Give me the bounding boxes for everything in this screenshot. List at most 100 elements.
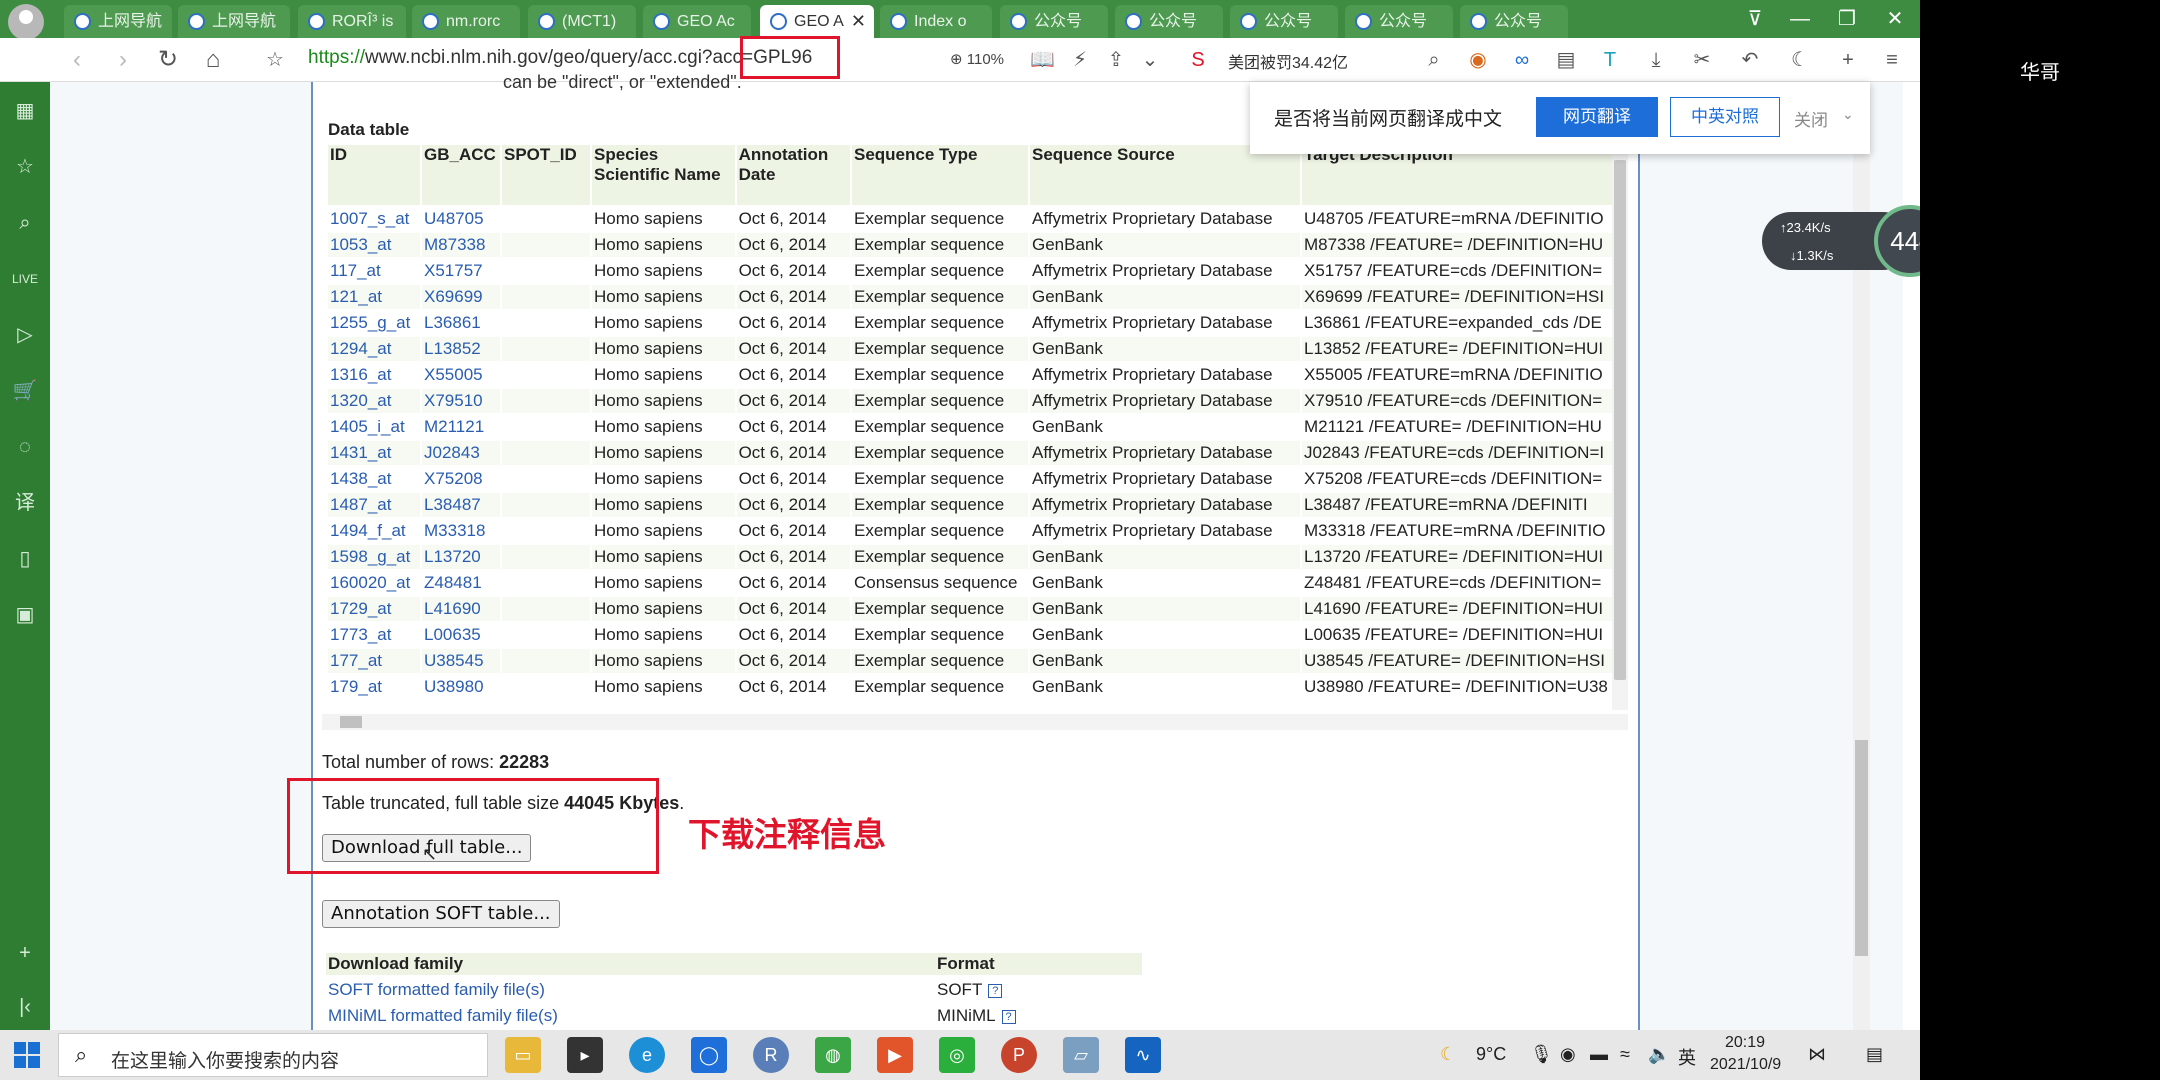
sidebar-search-icon[interactable]: ⌕ — [12, 210, 38, 236]
translate-page-button[interactable]: 网页翻译 — [1536, 97, 1658, 137]
genbank-link[interactable]: L13852 — [422, 337, 500, 361]
column-header[interactable]: Annotation Date — [736, 145, 850, 205]
help-icon[interactable]: ? — [988, 984, 1003, 998]
genbank-link[interactable]: L00635 — [422, 623, 500, 647]
soft-family-link[interactable]: SOFT formatted family file(s) — [328, 980, 545, 1000]
weather-icon[interactable]: ☾ — [1440, 1044, 1456, 1065]
reader-icon[interactable]: 📖 — [1030, 48, 1055, 72]
tab-9[interactable]: 公众号 — [1115, 5, 1223, 38]
table-vertical-scrollbar-thumb[interactable] — [1614, 160, 1626, 680]
tab-4[interactable]: (MCT1) — [528, 5, 636, 38]
probe-id-link[interactable]: 179_at — [328, 675, 420, 699]
bookmark-star-icon[interactable]: ☆ — [260, 45, 290, 75]
tab-list-icon[interactable]: ⊽ — [1740, 4, 1770, 34]
genbank-link[interactable]: J02843 — [422, 441, 500, 465]
close-tab-icon[interactable]: ✕ — [851, 5, 866, 38]
tab-7[interactable]: Index o — [880, 5, 992, 38]
table-horizontal-scrollbar-thumb[interactable] — [340, 716, 362, 728]
probe-id-link[interactable]: 1773_at — [328, 623, 420, 647]
ai-icon[interactable]: ⋈ — [1808, 1044, 1826, 1065]
live-icon[interactable]: LIVE — [12, 266, 38, 292]
chat-icon[interactable]: ◌ — [12, 434, 38, 460]
app-tablet-icon[interactable]: ▱ — [1063, 1037, 1099, 1073]
book-icon[interactable]: ▯ — [12, 546, 38, 572]
column-header[interactable]: SPOT_ID — [502, 145, 590, 205]
column-header[interactable]: Sequence Source — [1029, 145, 1300, 205]
close-window-icon[interactable]: ✕ — [1880, 4, 1910, 34]
windows-start-icon[interactable] — [14, 1042, 40, 1068]
video-icon[interactable]: ▷ — [12, 322, 38, 348]
new-tab-icon[interactable]: + — [1836, 48, 1860, 72]
genbank-link[interactable]: X75208 — [422, 467, 500, 491]
terminal-icon[interactable]: ▸ — [567, 1037, 603, 1073]
minimize-icon[interactable]: — — [1785, 4, 1815, 34]
probe-id-link[interactable]: 1405_i_at — [328, 415, 420, 439]
tray-app-icon[interactable]: ◉ — [1560, 1044, 1576, 1065]
probe-id-link[interactable]: 1598_g_at — [328, 545, 420, 569]
genbank-link[interactable]: L13720 — [422, 545, 500, 569]
battery-icon[interactable]: ▬ — [1590, 1044, 1608, 1065]
genbank-link[interactable]: L41690 — [422, 597, 500, 621]
probe-id-link[interactable]: 160020_at — [328, 571, 420, 595]
night-mode-icon[interactable]: ☾ — [1788, 48, 1812, 72]
taskbar-search-input[interactable]: ⌕ 在这里输入你要搜索的内容 — [58, 1033, 488, 1077]
clock-time[interactable]: 20:19 — [1725, 1034, 1765, 1052]
wechat-icon[interactable]: ◎ — [939, 1037, 975, 1073]
user-avatar[interactable] — [8, 4, 44, 40]
column-header[interactable]: ID — [328, 145, 420, 205]
genbank-link[interactable]: X79510 — [422, 389, 500, 413]
undo-icon[interactable]: ↶ — [1738, 48, 1762, 72]
column-header[interactable]: Target Description — [1301, 145, 1626, 205]
app-red-icon[interactable]: ▶ — [877, 1037, 913, 1073]
genbank-link[interactable]: Z48481 — [422, 571, 500, 595]
extension-icon[interactable]: ∞ — [1510, 48, 1534, 72]
clipboard-icon[interactable]: ▤ — [1554, 48, 1578, 72]
genbank-link[interactable]: L38487 — [422, 493, 500, 517]
probe-id-link[interactable]: 121_at — [328, 285, 420, 309]
probe-id-link[interactable]: 1294_at — [328, 337, 420, 361]
probe-id-link[interactable]: 1316_at — [328, 363, 420, 387]
close-translate-button[interactable]: 关闭 — [1794, 106, 1828, 131]
powerpoint-icon[interactable]: P — [1001, 1037, 1037, 1073]
r-icon[interactable]: R — [753, 1037, 789, 1073]
back-icon[interactable]: ‹ — [62, 45, 92, 75]
browser-taskbar-icon[interactable]: ◯ — [691, 1037, 727, 1073]
url-field[interactable]: https://www.ncbi.nlm.nih.gov/geo/query/a… — [308, 47, 812, 69]
sogou-icon[interactable]: S — [1186, 48, 1210, 72]
zoom-level[interactable]: ⊕ 110% — [950, 50, 1004, 68]
tab-3[interactable]: nm.rorc — [412, 5, 520, 38]
tab-2[interactable]: RORÎ³ is — [298, 5, 406, 38]
ime-indicator[interactable]: 英 — [1678, 1044, 1696, 1070]
share-icon[interactable]: ⇪ — [1104, 48, 1128, 72]
weather-temp[interactable]: 9°C — [1476, 1044, 1506, 1065]
chevron-down-icon[interactable]: ⌄ — [1138, 48, 1162, 72]
page-scrollbar-thumb[interactable] — [1855, 740, 1868, 956]
genbank-link[interactable]: X51757 — [422, 259, 500, 283]
app-chart-icon[interactable]: ∿ — [1125, 1037, 1161, 1073]
probe-id-link[interactable]: 1007_s_at — [328, 207, 420, 231]
probe-id-link[interactable]: 1487_at — [328, 493, 420, 517]
tab-0[interactable]: 上网导航 — [64, 5, 172, 38]
news-icon[interactable]: ▦ — [12, 98, 38, 124]
genbank-link[interactable]: U38980 — [422, 675, 500, 699]
flash-icon[interactable]: ⚡ — [1068, 48, 1092, 72]
table-horizontal-scrollbar[interactable] — [322, 714, 1628, 730]
probe-id-link[interactable]: 1053_at — [328, 233, 420, 257]
tab-8[interactable]: 公众号 — [1000, 5, 1108, 38]
probe-id-link[interactable]: 1431_at — [328, 441, 420, 465]
forward-icon[interactable]: › — [108, 45, 138, 75]
probe-id-link[interactable]: 1494_f_at — [328, 519, 420, 543]
download-icon[interactable]: ⤓ — [1644, 48, 1668, 72]
translate-side-icon[interactable]: 译 — [12, 490, 38, 516]
probe-id-link[interactable]: 1438_at — [328, 467, 420, 491]
help-icon[interactable]: ? — [1001, 1010, 1016, 1024]
genbank-link[interactable]: M87338 — [422, 233, 500, 257]
collapse-icon[interactable]: |‹ — [12, 994, 38, 1020]
notification-icon[interactable]: ▤ — [1866, 1044, 1883, 1065]
file-explorer-icon[interactable]: ▭ — [505, 1037, 541, 1073]
genbank-link[interactable]: L36861 — [422, 311, 500, 335]
favorites-star-icon[interactable]: ☆ — [12, 154, 38, 180]
miniml-family-link[interactable]: MINiML formatted family file(s) — [328, 1006, 558, 1026]
probe-id-link[interactable]: 1320_at — [328, 389, 420, 413]
tab-10[interactable]: 公众号 — [1230, 5, 1338, 38]
